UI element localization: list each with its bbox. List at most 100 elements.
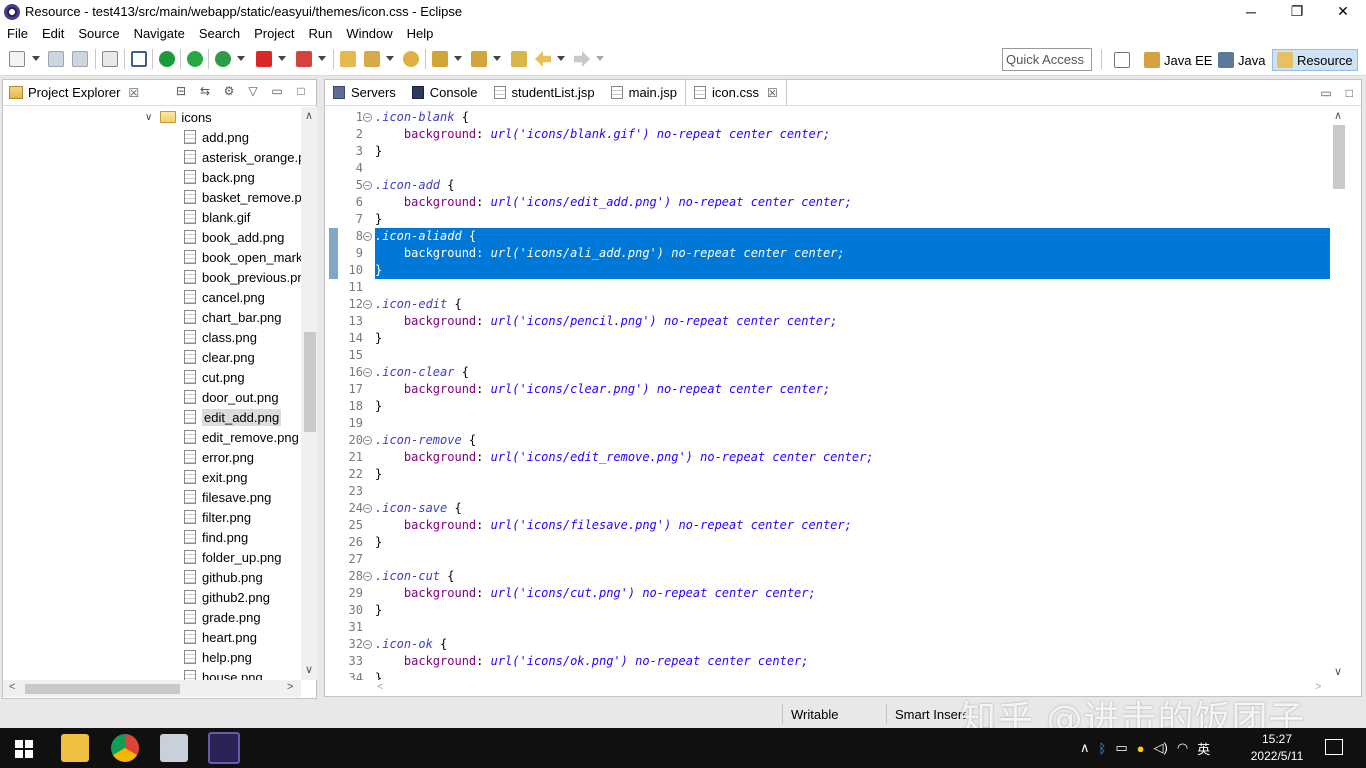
scroll-down-icon[interactable]: ∨: [305, 663, 313, 676]
code-line[interactable]: 18}: [325, 398, 1330, 415]
new-icon[interactable]: [9, 51, 25, 67]
file-row[interactable]: back.png: [184, 167, 255, 187]
file-row[interactable]: basket_remove.png: [184, 187, 301, 207]
save-icon[interactable]: [48, 51, 64, 67]
windows-start-icon[interactable]: [15, 740, 33, 758]
maximize-view-icon[interactable]: □: [294, 84, 308, 98]
code-line[interactable]: 33 background: url('icons/ok.png') no-re…: [325, 653, 1330, 670]
scroll-down-icon[interactable]: ∨: [1334, 665, 1342, 678]
code-line[interactable]: 12− .icon-edit {: [325, 296, 1330, 313]
code-line[interactable]: 21 background: url('icons/edit_remove.pn…: [325, 449, 1330, 466]
next-annotation-dropdown-icon[interactable]: [454, 56, 462, 61]
tab-console[interactable]: Console: [404, 79, 486, 105]
minimize-view-icon[interactable]: ▭: [270, 84, 284, 98]
code-line[interactable]: 16− .icon-clear {: [325, 364, 1330, 381]
fold-toggle-icon[interactable]: −: [363, 181, 372, 190]
menu-file[interactable]: File: [0, 26, 35, 41]
file-row[interactable]: github2.png: [184, 587, 270, 607]
perspective-java-ee[interactable]: Java EE: [1140, 49, 1216, 71]
scroll-up-icon[interactable]: ∧: [1334, 109, 1342, 122]
file-row[interactable]: house.png: [184, 667, 263, 680]
filters-icon[interactable]: ⚙: [222, 84, 236, 98]
eclipse-task-icon[interactable]: [208, 732, 240, 764]
ime-indicator[interactable]: 英: [1197, 739, 1210, 758]
next-annotation-icon[interactable]: [432, 51, 448, 67]
file-row[interactable]: exit.png: [184, 467, 248, 487]
minimize-button[interactable]: ─: [1228, 0, 1274, 23]
file-row[interactable]: folder_up.png: [184, 547, 282, 567]
file-row[interactable]: blank.gif: [184, 207, 250, 227]
code-line[interactable]: 26}: [325, 534, 1330, 551]
close-tab-icon[interactable]: ☒: [767, 86, 778, 100]
forward-dropdown-icon[interactable]: [596, 56, 604, 61]
code-line[interactable]: 20− .icon-remove {: [325, 432, 1330, 449]
screenshot-app-icon[interactable]: [160, 734, 188, 762]
code-line[interactable]: 14}: [325, 330, 1330, 347]
minimize-editor-icon[interactable]: ▭: [1320, 86, 1331, 100]
close-tab-icon[interactable]: ☒: [128, 86, 139, 100]
code-line[interactable]: 25 background: url('icons/filesave.png')…: [325, 517, 1330, 534]
save-all-icon[interactable]: [72, 51, 88, 67]
tab-icon-css[interactable]: icon.css ☒: [685, 79, 787, 105]
code-editor[interactable]: 1− .icon-blank {2 background: url('icons/…: [325, 107, 1330, 680]
code-line[interactable]: 3}: [325, 143, 1330, 160]
menu-source[interactable]: Source: [71, 26, 126, 41]
file-row[interactable]: find.png: [184, 527, 248, 547]
code-line[interactable]: 1− .icon-blank {: [325, 109, 1330, 126]
code-line[interactable]: 27: [325, 551, 1330, 568]
code-line[interactable]: 2 background: url('icons/blank.gif') no-…: [325, 126, 1330, 143]
code-line[interactable]: 17 background: url('icons/clear.png') no…: [325, 381, 1330, 398]
code-line[interactable]: 8− .icon-aliadd {: [356, 228, 1330, 245]
stop-icon[interactable]: [256, 51, 272, 67]
code-line[interactable]: 6 background: url('icons/edit_add.png') …: [325, 194, 1330, 211]
code-line[interactable]: 13 background: url('icons/pencil.png') n…: [325, 313, 1330, 330]
file-row[interactable]: cut.png: [184, 367, 245, 387]
file-row[interactable]: grade.png: [184, 607, 261, 627]
menu-run[interactable]: Run: [302, 26, 340, 41]
console-view-icon[interactable]: [131, 51, 147, 67]
server-start-icon[interactable]: [159, 51, 175, 67]
file-row[interactable]: add.png: [184, 127, 249, 147]
editor-vertical-scrollbar[interactable]: ∧ ∨: [1330, 107, 1347, 680]
code-line[interactable]: 30}: [325, 602, 1330, 619]
scroll-up-icon[interactable]: ∧: [305, 109, 313, 122]
fold-toggle-icon[interactable]: −: [363, 572, 372, 581]
code-line[interactable]: 28− .icon-cut {: [325, 568, 1330, 585]
view-menu-icon[interactable]: ▽: [246, 84, 260, 98]
search-icon[interactable]: [403, 51, 419, 67]
file-row[interactable]: edit_remove.png: [184, 427, 299, 447]
fold-toggle-icon[interactable]: −: [363, 504, 372, 513]
clock[interactable]: 15:27 2022/5/11: [1246, 731, 1308, 765]
perspective-java[interactable]: Java: [1214, 49, 1269, 71]
maximize-button[interactable]: ❐: [1274, 0, 1320, 23]
wifi-icon[interactable]: ◠: [1177, 740, 1188, 756]
file-explorer-icon[interactable]: [61, 734, 89, 762]
file-row[interactable]: book_open_mark.png: [184, 247, 301, 267]
code-line[interactable]: 10}: [349, 262, 1330, 279]
tab-studentlist-jsp[interactable]: studentList.jsp: [486, 79, 603, 105]
quick-access-input[interactable]: Quick Access: [1002, 48, 1092, 71]
fold-toggle-icon[interactable]: −: [363, 640, 372, 649]
stop-dropdown-icon[interactable]: [278, 56, 286, 61]
fold-toggle-icon[interactable]: −: [363, 436, 372, 445]
previous-annotation-dropdown-icon[interactable]: [493, 56, 501, 61]
code-line[interactable]: 15: [325, 347, 1330, 364]
file-row[interactable]: filesave.png: [184, 487, 271, 507]
run-dropdown-icon[interactable]: [237, 56, 245, 61]
explorer-horizontal-scrollbar[interactable]: < >: [3, 680, 301, 697]
file-row[interactable]: door_out.png: [184, 387, 279, 407]
scroll-left-icon[interactable]: <: [377, 681, 383, 693]
file-row[interactable]: error.png: [184, 447, 254, 467]
volume-icon[interactable]: ◁): [1153, 740, 1167, 756]
scroll-thumb[interactable]: [304, 332, 316, 432]
code-line[interactable]: 9 background: url('icons/ali_add.png') n…: [356, 245, 1330, 262]
code-line[interactable]: 23: [325, 483, 1330, 500]
back-icon[interactable]: [535, 51, 551, 67]
tab-servers[interactable]: Servers: [325, 79, 404, 105]
collapse-all-icon[interactable]: ⊟: [174, 84, 188, 98]
code-line[interactable]: 11: [325, 279, 1330, 296]
fold-toggle-icon[interactable]: −: [363, 368, 372, 377]
fold-toggle-icon[interactable]: −: [363, 300, 372, 309]
file-row[interactable]: edit_add.png: [184, 407, 282, 427]
scroll-right-icon[interactable]: >: [287, 681, 293, 693]
